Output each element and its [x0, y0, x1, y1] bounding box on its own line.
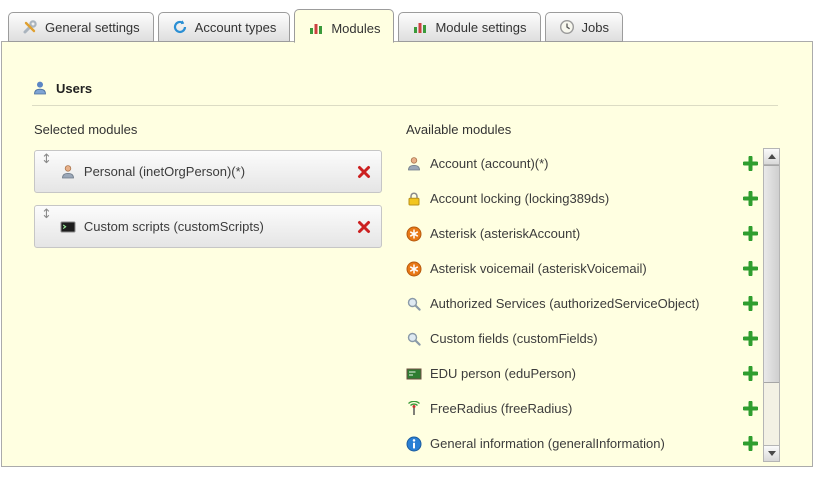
lock-icon [406, 191, 422, 207]
person-icon [60, 164, 76, 180]
remove-module-button[interactable] [357, 220, 371, 234]
tab-general-settings[interactable]: General settings [8, 12, 154, 42]
available-modules-scrollbar[interactable] [763, 148, 780, 462]
tab-bar: General settings Account types Modules [8, 5, 806, 42]
asterisk-icon [406, 261, 422, 277]
add-module-button[interactable] [743, 226, 758, 241]
plus-icon [743, 369, 758, 384]
person-icon [406, 156, 422, 172]
add-module-button[interactable] [743, 296, 758, 311]
tab-label: Jobs [582, 20, 609, 35]
tab-label: Account types [195, 20, 277, 35]
available-module-row: Asterisk voicemail (asteriskVoicemail) [406, 251, 758, 286]
scroll-down-button[interactable] [764, 445, 779, 461]
content-panel: Users Selected modules Available modules… [1, 41, 813, 467]
info-icon [406, 436, 422, 452]
available-module-name: FreeRadius (freeRadius) [430, 401, 572, 416]
plus-icon [743, 334, 758, 349]
available-module-row: General information (generalInformation) [406, 426, 758, 461]
selected-module-name: Custom scripts (customScripts) [84, 219, 349, 234]
sync-gear-icon [172, 19, 188, 35]
plus-icon [743, 194, 758, 209]
blackboard-icon [406, 366, 422, 382]
selected-modules-label: Selected modules [34, 122, 137, 137]
antenna-icon [406, 401, 422, 417]
available-module-row: Custom fields (customFields) [406, 321, 758, 356]
available-module-row: FreeRadius (freeRadius) [406, 391, 758, 426]
user-icon [32, 80, 48, 96]
scrollbar-track[interactable] [764, 165, 779, 445]
available-module-name: EDU person (eduPerson) [430, 366, 576, 381]
available-module-row: Account locking (locking389ds) [406, 181, 758, 216]
clock-icon [559, 19, 575, 35]
scroll-down-arrow-icon [768, 451, 776, 456]
plus-icon [743, 229, 758, 244]
tab-label: Modules [331, 21, 380, 36]
tab-modules[interactable]: Modules [294, 9, 394, 43]
tab-module-settings[interactable]: Module settings [398, 12, 540, 42]
available-module-name: Authorized Services (authorizedServiceOb… [430, 296, 700, 311]
add-module-button[interactable] [743, 156, 758, 171]
add-module-button[interactable] [743, 191, 758, 206]
available-modules-label: Available modules [406, 122, 511, 137]
scrollbar-thumb[interactable] [764, 165, 779, 383]
section-title: Users [56, 81, 92, 96]
delete-x-icon [357, 167, 371, 182]
selected-module-name: Personal (inetOrgPerson)(*) [84, 164, 349, 179]
available-module-row: EDU person (eduPerson) [406, 356, 758, 391]
available-module-row: Account (account)(*) [406, 146, 758, 181]
selected-modules-list: ↕ Personal (inetOrgPerson)(*) [34, 150, 382, 260]
add-module-button[interactable] [743, 436, 758, 451]
magnifier-icon [406, 331, 422, 347]
chart-blocks-icon [308, 20, 324, 36]
magnifier-icon [406, 296, 422, 312]
available-module-row: Asterisk (asteriskAccount) [406, 216, 758, 251]
available-module-name: Custom fields (customFields) [430, 331, 598, 346]
users-section-header: Users [32, 80, 778, 106]
tab-jobs[interactable]: Jobs [545, 12, 623, 42]
plus-icon [743, 439, 758, 454]
add-module-button[interactable] [743, 366, 758, 381]
available-module-name: Asterisk (asteriskAccount) [430, 226, 580, 241]
modules-config-page: General settings Account types Modules [0, 0, 814, 478]
delete-x-icon [357, 222, 371, 237]
asterisk-icon [406, 226, 422, 242]
tab-account-types[interactable]: Account types [158, 12, 291, 42]
wrench-icon [22, 19, 38, 35]
add-module-button[interactable] [743, 261, 758, 276]
drag-handle-icon[interactable]: ↕ [41, 153, 52, 166]
plus-icon [743, 404, 758, 419]
plus-icon [743, 299, 758, 314]
drag-handle-icon[interactable]: ↕ [41, 208, 52, 221]
chart-blocks-icon [412, 19, 428, 35]
tab-label: General settings [45, 20, 140, 35]
plus-icon [743, 159, 758, 174]
add-module-button[interactable] [743, 401, 758, 416]
available-modules-list: Account (account)(*) Account l [406, 146, 758, 461]
selected-module-row: ↕ Personal (inetOrgPerson)(*) [34, 150, 382, 193]
plus-icon [743, 264, 758, 279]
available-module-name: Asterisk voicemail (asteriskVoicemail) [430, 261, 647, 276]
available-module-name: General information (generalInformation) [430, 436, 665, 451]
tab-label: Module settings [435, 20, 526, 35]
selected-module-row: ↕ Custom scripts (customScripts) [34, 205, 382, 248]
available-module-name: Account locking (locking389ds) [430, 191, 609, 206]
available-module-name: Account (account)(*) [430, 156, 549, 171]
available-module-row: Authorized Services (authorizedServiceOb… [406, 286, 758, 321]
add-module-button[interactable] [743, 331, 758, 346]
terminal-icon [60, 219, 76, 235]
scroll-up-button[interactable] [764, 149, 779, 165]
scroll-up-arrow-icon [768, 154, 776, 159]
remove-module-button[interactable] [357, 165, 371, 179]
